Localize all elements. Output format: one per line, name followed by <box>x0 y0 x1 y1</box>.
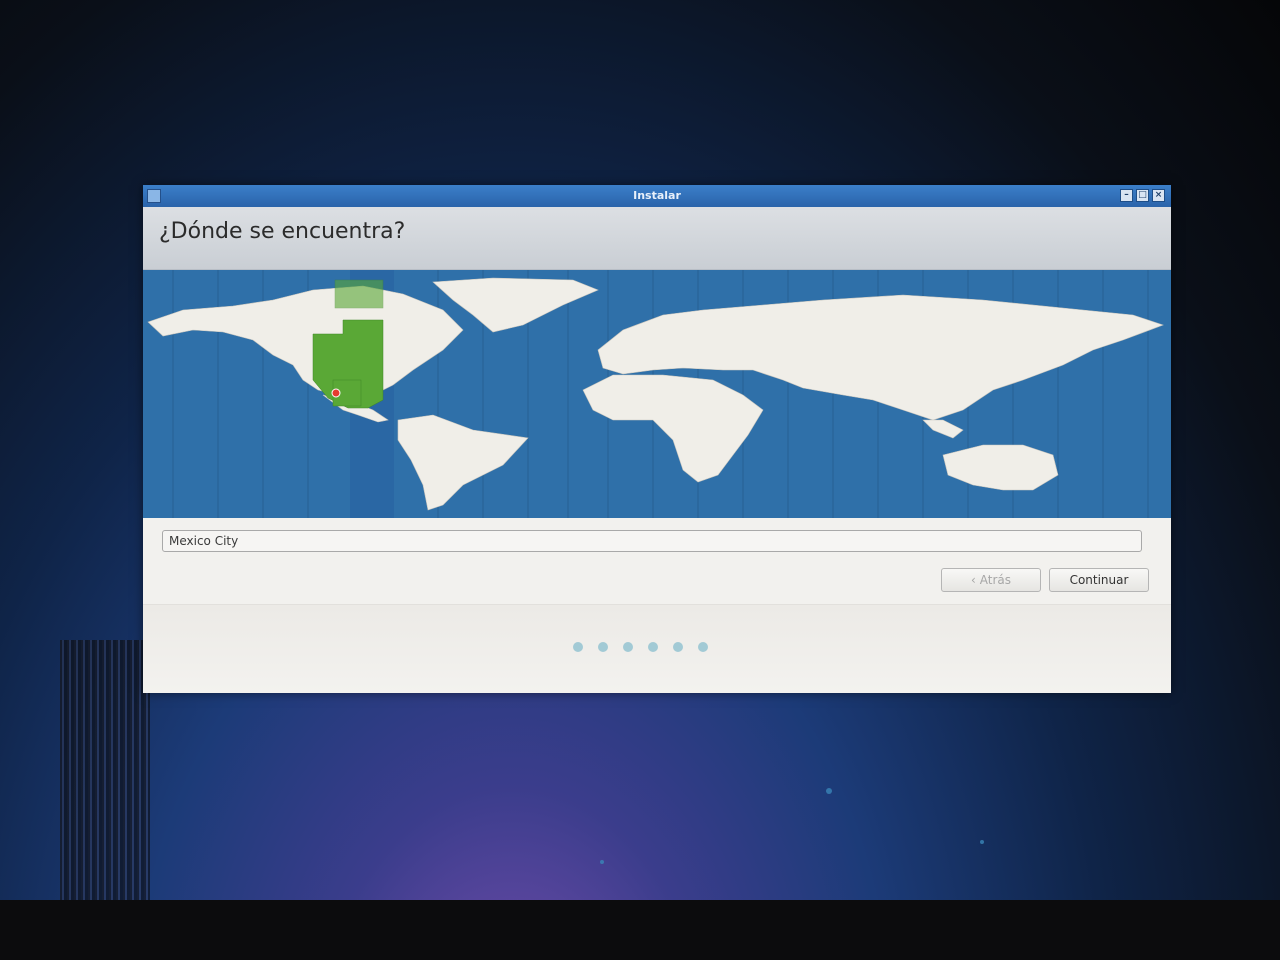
continue-button-label: Continuar <box>1069 573 1129 587</box>
close-button[interactable]: × <box>1152 189 1165 202</box>
location-controls: ‹Atrás Continuar <box>143 518 1171 606</box>
page-header: ¿Dónde se encuentra? <box>143 207 1171 270</box>
window-titlebar[interactable]: Instalar – □ × <box>143 185 1171 207</box>
background-star <box>980 840 984 844</box>
back-button-label: Atrás <box>979 573 1012 587</box>
back-button[interactable]: ‹ Atrás <box>941 568 1041 592</box>
screen-artifact <box>60 640 150 900</box>
background-star <box>600 860 604 864</box>
timezone-input[interactable] <box>162 530 1142 552</box>
world-map-svg <box>143 270 1171 518</box>
progress-dot <box>648 642 658 652</box>
window-controls: – □ × <box>1120 189 1165 202</box>
monitor-bezel <box>0 900 1280 960</box>
timezone-map[interactable] <box>143 270 1171 518</box>
progress-dot <box>573 642 583 652</box>
progress-dot <box>673 642 683 652</box>
minimize-button[interactable]: – <box>1120 189 1133 202</box>
city-marker-icon <box>331 388 341 398</box>
page-title: ¿Dónde se encuentra? <box>159 219 406 244</box>
chevron-left-icon: ‹ <box>970 573 976 587</box>
progress-dots <box>573 642 708 652</box>
progress-footer <box>143 604 1171 693</box>
progress-dot <box>598 642 608 652</box>
window-menu-icon[interactable] <box>147 189 161 203</box>
continue-button[interactable]: Continuar <box>1049 568 1149 592</box>
background-star <box>826 788 832 794</box>
maximize-button[interactable]: □ <box>1136 189 1149 202</box>
progress-dot <box>698 642 708 652</box>
window-title: Instalar <box>633 189 681 202</box>
installer-window: Instalar – □ × ¿Dónde se encuentra? Mexi… <box>143 185 1171 693</box>
progress-dot <box>623 642 633 652</box>
